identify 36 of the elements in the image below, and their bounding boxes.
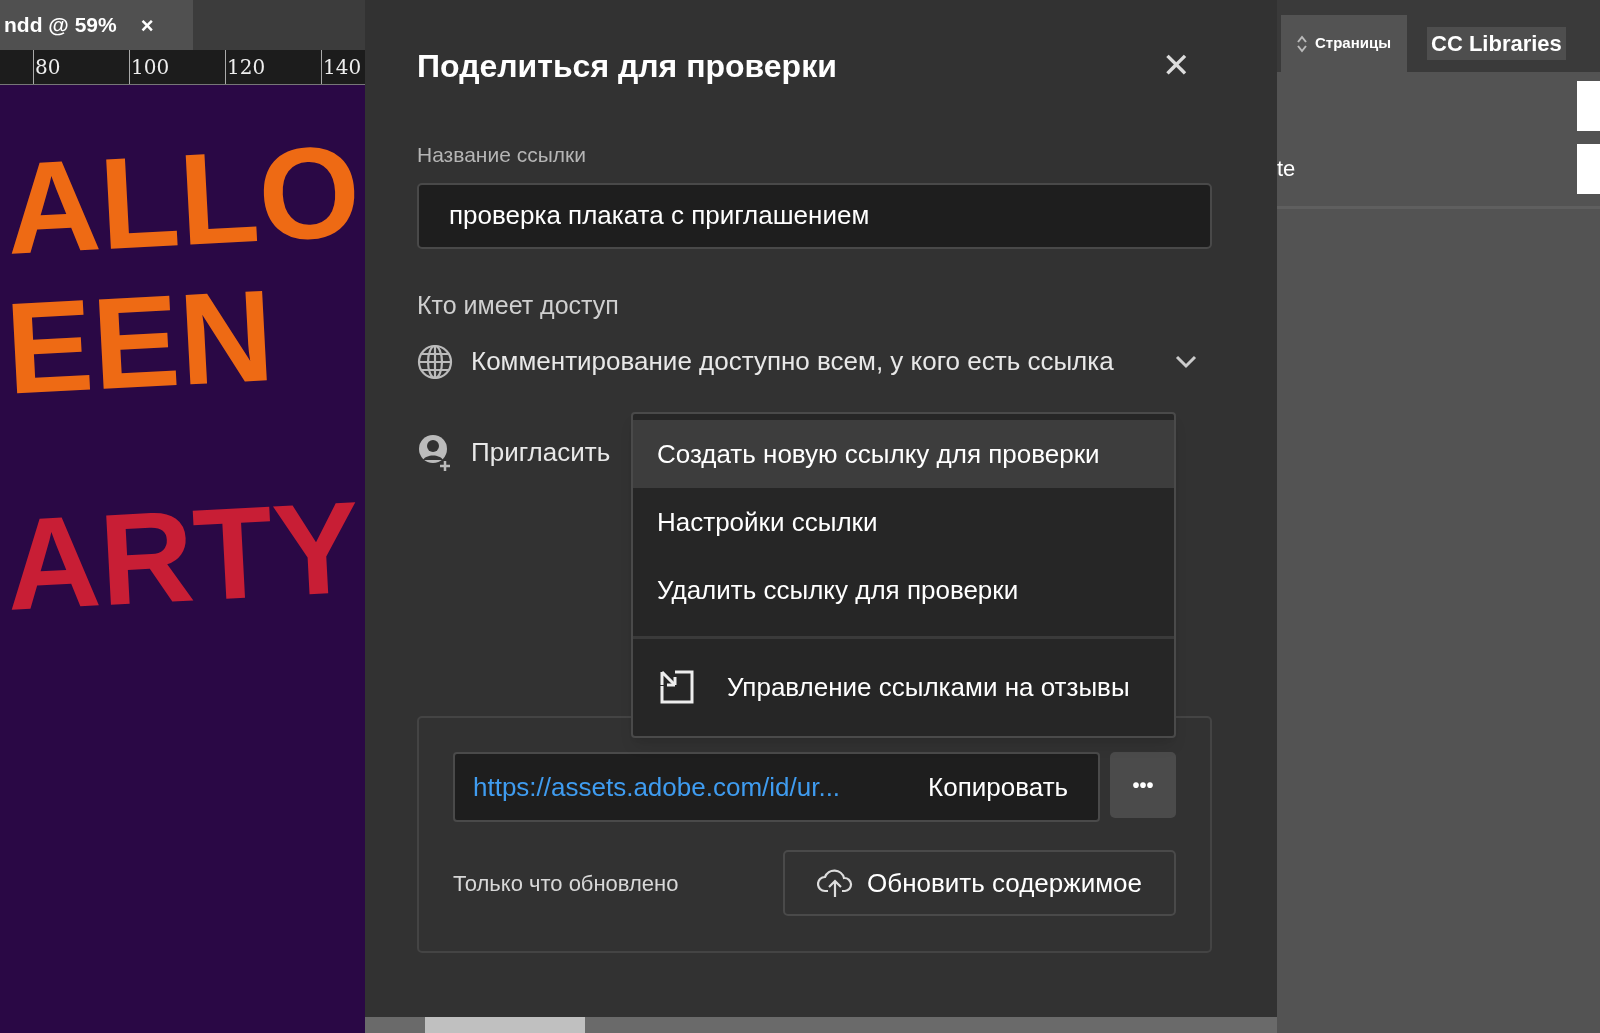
chevron-down-icon (1175, 354, 1197, 369)
ruler-label: 120 (227, 54, 266, 81)
menu-item[interactable]: Настройки ссылки (633, 488, 1174, 556)
update-button[interactable]: Обновить содержимое (783, 850, 1176, 916)
close-icon[interactable]: × (140, 8, 154, 42)
status-text: Только что обновлено (453, 869, 679, 898)
globe-icon (417, 343, 453, 380)
invite-label[interactable]: Пригласить (471, 433, 611, 472)
tab-title: ndd @ 59% (3, 12, 117, 39)
dialog-title: Поделиться для проверки (417, 46, 837, 86)
menu-item[interactable]: Создать новую ссылку для проверки (633, 420, 1174, 488)
panel-text: te (1277, 155, 1296, 183)
panel-tab[interactable]: Страницы (1281, 15, 1407, 72)
field-label: Название ссылки (417, 142, 587, 168)
cloud-upload-icon (817, 867, 854, 899)
external-link-icon (659, 669, 695, 705)
poster-text: ARTY (1, 481, 364, 631)
access-dropdown[interactable]: Комментирование доступно всем, у кого есть ссылка (417, 342, 1197, 381)
swatch (1577, 81, 1600, 131)
link-name-field[interactable]: проверка плаката с приглашением (417, 182, 1212, 249)
menu-item[interactable]: Управление ссылками на отзывы (633, 653, 1174, 721)
ruler-label: 80 (35, 54, 61, 81)
document-tab[interactable]: ndd @ 59% × (0, 0, 193, 50)
ruler-label: 140 (323, 54, 362, 81)
horizontal-scrollbar[interactable] (365, 1017, 1277, 1033)
section-label: Кто имеет доступ (417, 289, 620, 321)
scrollbar-thumb[interactable] (425, 1017, 585, 1033)
link-field[interactable]: https://assets.adobe.com/id/ur... Копировать (453, 752, 1101, 822)
menu-item[interactable]: Удалить ссылку для проверки (633, 556, 1174, 624)
close-button[interactable]: ✕ (1162, 40, 1190, 91)
more-button[interactable]: ••• (1110, 752, 1176, 818)
link-url[interactable]: https://assets.adobe.com/id/ur... (473, 767, 841, 807)
swatch (1577, 144, 1600, 194)
sort-icon (1297, 34, 1307, 53)
ruler-label: 100 (131, 54, 170, 81)
copy-button[interactable]: Копировать (928, 767, 1069, 807)
